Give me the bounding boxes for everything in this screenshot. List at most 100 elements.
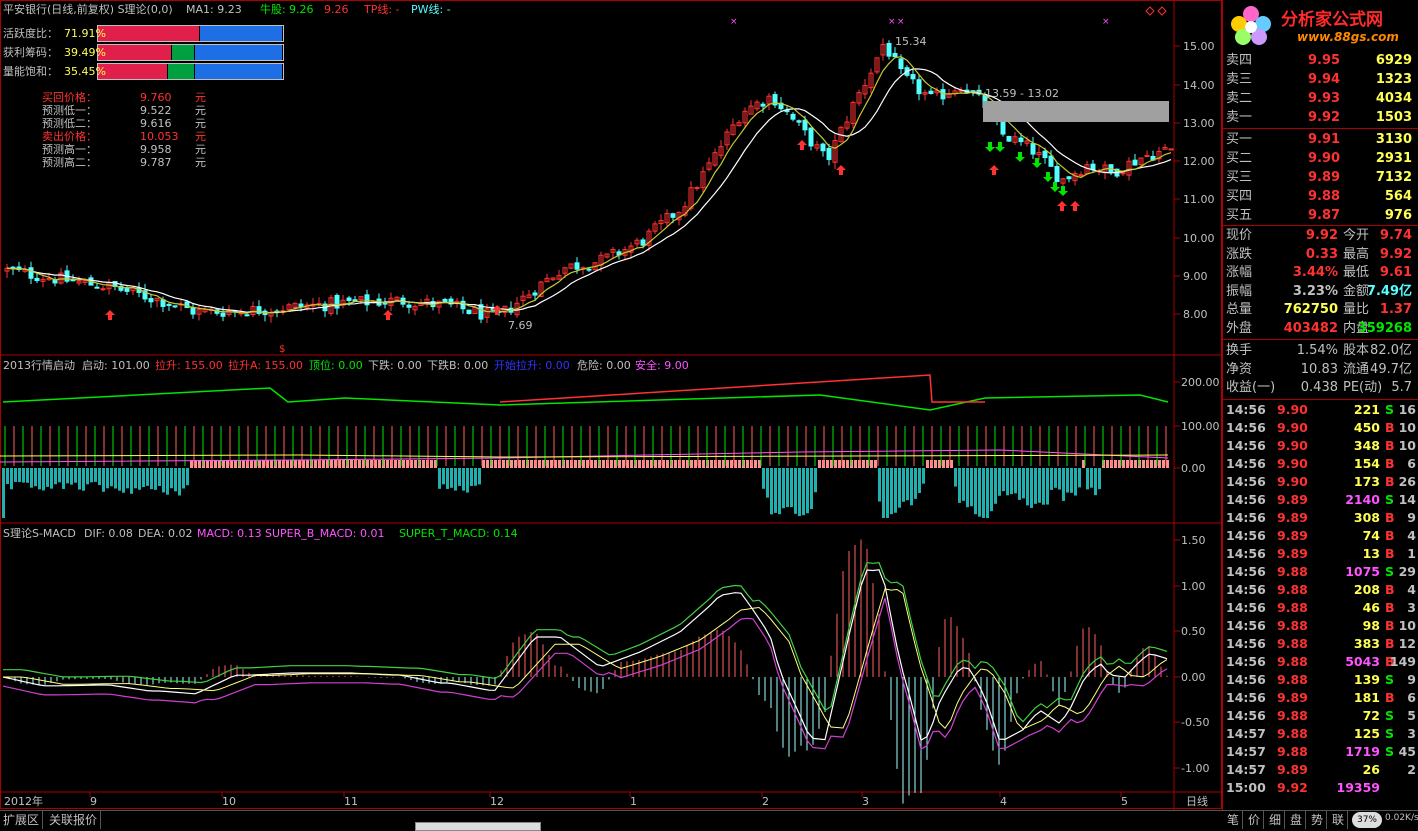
time-axis-label: 3 xyxy=(862,795,869,808)
price-axis-label: 10.00 xyxy=(1183,232,1215,245)
stat-value: 82.0亿 xyxy=(1370,343,1412,358)
tick-row[interactable]: 14:56 9.90 450 B 10 xyxy=(1226,419,1418,437)
ind1-pos-bar xyxy=(494,460,497,468)
tick-row[interactable]: 14:56 9.89 308 B 9 xyxy=(1226,509,1418,527)
tick-volume: 13 xyxy=(1362,546,1380,561)
tick-row[interactable]: 14:56 9.90 173 B 26 xyxy=(1226,473,1418,491)
quote-tab[interactable]: 笔 xyxy=(1224,811,1244,829)
stat-row: 涨幅 3.44% 最低 9.61 xyxy=(1226,264,1418,282)
ind1-pos-bar xyxy=(826,460,829,468)
tick-row[interactable]: 14:56 9.88 208 B 4 xyxy=(1226,581,1418,599)
tick-row[interactable]: 14:56 9.88 5043 B 149 xyxy=(1226,653,1418,671)
ind1-neg-bar xyxy=(982,468,985,518)
low-annotation: 7.69 xyxy=(508,319,533,332)
tick-count: 10 xyxy=(1398,420,1416,435)
ind1-pos-bar xyxy=(566,460,569,468)
candle-body xyxy=(172,305,178,308)
ind1-pos-bar xyxy=(730,460,733,468)
chart-area[interactable]: × × × × 平安银行(日线,前复权) S理论(0,0) MA1: 9.23 牛股:… xyxy=(0,0,1222,810)
ind1-neg-bar xyxy=(462,468,465,491)
tick-time: 14:56 xyxy=(1226,582,1266,597)
niu-value-2: 9.26 xyxy=(324,3,349,16)
ind2-dea: DEA: 0.02 xyxy=(138,527,193,540)
candle-body xyxy=(1144,155,1150,158)
tick-row[interactable]: 14:56 9.88 72 S 5 xyxy=(1226,707,1418,725)
quote-panel: 分析家公式网 www.88gs.com 卖四 9.95 6929 卖三 9.94 1323… xyxy=(1222,0,1418,810)
ind2-axis-label: 0.00 xyxy=(1181,671,1206,684)
bid-row[interactable]: 买三 9.89 7132 xyxy=(1226,168,1418,187)
speed-readout: 0.02K/s xyxy=(1385,813,1418,823)
tick-row[interactable]: 14:56 9.89 74 B 4 xyxy=(1226,527,1418,545)
tick-row[interactable]: 14:56 9.88 46 B 3 xyxy=(1226,599,1418,617)
tick-volume: 181 xyxy=(1353,690,1380,705)
tick-row[interactable]: 14:57 9.88 1719 S 45 xyxy=(1226,743,1418,761)
bid-row[interactable]: 买二 9.90 2931 xyxy=(1226,149,1418,168)
tick-row[interactable]: 14:57 9.89 26 2 xyxy=(1226,761,1418,779)
ind1-pos-bar xyxy=(386,460,389,468)
tick-row[interactable]: 14:56 9.88 98 B 10 xyxy=(1226,617,1418,635)
ind1-pos-bar xyxy=(638,460,641,468)
time-axis-label: 2 xyxy=(762,795,769,808)
tick-row[interactable]: 14:56 9.89 13 B 1 xyxy=(1226,545,1418,563)
ask-row[interactable]: 卖三 9.94 1323 xyxy=(1226,70,1418,89)
quote-tab[interactable]: 联 xyxy=(1329,811,1349,829)
bid-row[interactable]: 买五 9.87 976 xyxy=(1226,206,1418,225)
tick-side: S xyxy=(1385,564,1395,579)
scrollbar[interactable] xyxy=(415,822,541,831)
ind1-neg-bar xyxy=(470,468,473,487)
quote-tab[interactable]: 细 xyxy=(1266,811,1286,829)
tick-row[interactable]: 14:57 9.88 125 S 3 xyxy=(1226,725,1418,743)
candle-body xyxy=(466,309,472,315)
ind1-pos-bar xyxy=(1158,460,1161,468)
ind1-neg-bar xyxy=(1098,468,1101,490)
ind2-axis-label: 0.50 xyxy=(1181,625,1206,638)
ind1-pos-bar xyxy=(718,460,721,468)
gauge-value: 35.45% xyxy=(64,65,106,78)
ask-row[interactable]: 卖二 9.93 4034 xyxy=(1226,89,1418,108)
ind1-pos-bar xyxy=(934,460,937,468)
bid-row[interactable]: 买一 9.91 3130 xyxy=(1226,130,1418,149)
tick-row[interactable]: 14:56 9.90 154 B 6 xyxy=(1226,455,1418,473)
tick-price: 9.89 xyxy=(1277,690,1308,705)
tick-time: 15:00 xyxy=(1226,780,1266,795)
ask-row[interactable]: 卖一 9.92 1503 xyxy=(1226,108,1418,127)
ind1-neg-bar xyxy=(1094,468,1097,496)
tick-row[interactable]: 14:56 9.89 181 B 6 xyxy=(1226,689,1418,707)
candle-body xyxy=(790,113,796,120)
tab-expand-area[interactable]: 扩展区 xyxy=(0,811,44,829)
ind1-neg-bar xyxy=(158,468,161,486)
bid-row[interactable]: 买四 9.88 564 xyxy=(1226,187,1418,206)
tick-row[interactable]: 14:56 9.88 1075 S 29 xyxy=(1226,563,1418,581)
tick-row[interactable]: 14:56 9.88 383 B 12 xyxy=(1226,635,1418,653)
quote-tab[interactable]: 势 xyxy=(1308,811,1328,829)
ind1-axis-label: 200.00 xyxy=(1181,376,1220,389)
ind1-axis-label: 100.00 xyxy=(1181,420,1220,433)
tick-time: 14:56 xyxy=(1226,528,1266,543)
tick-volume: 450 xyxy=(1353,420,1380,435)
tick-price: 9.92 xyxy=(1277,780,1308,795)
tick-count: 26 xyxy=(1398,474,1416,489)
tick-side: B xyxy=(1385,600,1395,615)
period-label[interactable]: 日线 xyxy=(1186,795,1208,808)
tick-row[interactable]: 15:00 9.92 19359 xyxy=(1226,779,1418,797)
stat-label: 外盘 xyxy=(1226,320,1253,336)
tick-row[interactable]: 14:56 9.90 348 B 10 xyxy=(1226,437,1418,455)
tick-row[interactable]: 14:56 9.90 221 S 16 xyxy=(1226,401,1418,419)
stat-value: 1.54% xyxy=(1296,343,1338,358)
ind1-pos-bar xyxy=(514,460,517,468)
tick-volume: 5043 xyxy=(1345,654,1380,669)
ask-price: 9.93 xyxy=(1308,91,1341,106)
ask-row[interactable]: 卖四 9.95 6929 xyxy=(1226,51,1418,70)
tick-row[interactable]: 14:56 9.88 139 S 9 xyxy=(1226,671,1418,689)
x-marker: × xyxy=(888,17,896,27)
tick-row[interactable]: 14:56 9.89 2140 S 14 xyxy=(1226,491,1418,509)
tick-side: S xyxy=(1385,708,1395,723)
quote-tab[interactable]: 盘 xyxy=(1287,811,1307,829)
candle-body xyxy=(820,143,826,152)
tab-related-quotes[interactable]: 关联报价 xyxy=(46,811,102,829)
ind1-neg-bar xyxy=(450,468,453,488)
quote-tab[interactable]: 价 xyxy=(1245,811,1265,829)
down-arrow-icon xyxy=(995,142,1005,152)
stat-value: 762750 xyxy=(1283,302,1338,317)
ind1-neg-bar xyxy=(1010,468,1013,495)
